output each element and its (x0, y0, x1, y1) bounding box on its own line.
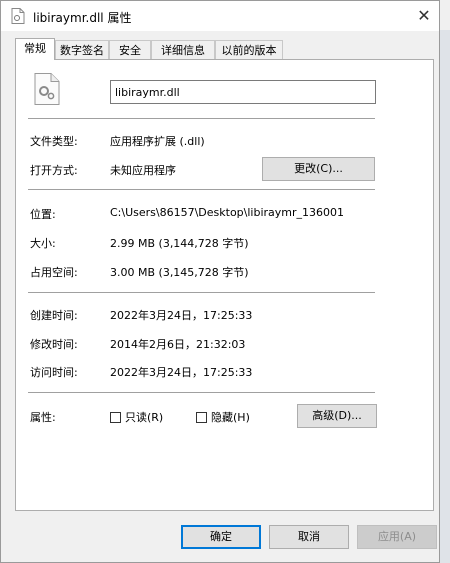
size-on-disk-label: 占用空间: (30, 266, 78, 279)
tab-previous-versions[interactable]: 以前的版本 (215, 40, 283, 59)
ok-button[interactable]: 确定 (181, 525, 261, 549)
cancel-button[interactable]: 取消 (269, 525, 349, 549)
opens-with-value: 未知应用程序 (110, 164, 176, 177)
modified-label: 修改时间: (30, 338, 78, 351)
properties-dialog: libiraymr.dll 属性 ✕ 常规 数字签名 安全 详细信息 以前的版本… (0, 0, 440, 563)
tab-digital-signatures[interactable]: 数字签名 (55, 40, 109, 59)
title-bar: libiraymr.dll 属性 ✕ (1, 1, 439, 31)
advanced-button[interactable]: 高级(D)... (297, 404, 377, 428)
divider (28, 292, 375, 293)
divider (28, 392, 375, 393)
file-type-value: 应用程序扩展 (.dll) (110, 135, 205, 148)
accessed-label: 访问时间: (30, 366, 78, 379)
location-label: 位置: (30, 208, 56, 221)
change-app-button[interactable]: 更改(C)... (262, 157, 375, 181)
divider (28, 189, 375, 190)
checkbox-box[interactable] (110, 411, 121, 423)
dll-file-icon (34, 73, 60, 105)
checkbox-box[interactable] (196, 411, 207, 423)
apply-button[interactable]: 应用(A) (357, 525, 437, 549)
created-value: 2022年3月24日，17:25:33 (110, 309, 253, 322)
accessed-value: 2022年3月24日，17:25:33 (110, 366, 253, 379)
close-button[interactable]: ✕ (409, 1, 439, 31)
attributes-label: 属性: (30, 411, 56, 424)
tab-general[interactable]: 常规 (15, 38, 55, 60)
divider (28, 118, 375, 119)
location-value: C:\Users\86157\Desktop\libiraymr_136001 (110, 206, 345, 219)
tab-details[interactable]: 详细信息 (151, 40, 215, 59)
file-icon (11, 8, 25, 24)
hidden-checkbox[interactable]: 隐藏(H) (196, 409, 250, 425)
opens-with-label: 打开方式: (30, 164, 78, 177)
size-value: 2.99 MB (3,144,728 字节) (110, 237, 249, 250)
file-name-field[interactable] (110, 80, 376, 104)
hidden-checkbox-label: 隐藏(H) (211, 411, 250, 424)
created-label: 创建时间: (30, 309, 78, 322)
window-title: libiraymr.dll 属性 (33, 11, 132, 25)
general-panel: 文件类型: 应用程序扩展 (.dll) 打开方式: 未知应用程序 更改(C)..… (15, 59, 434, 511)
readonly-checkbox-label: 只读(R) (125, 411, 164, 424)
size-label: 大小: (30, 237, 56, 250)
readonly-checkbox[interactable]: 只读(R) (110, 409, 163, 425)
file-type-label: 文件类型: (30, 135, 78, 148)
modified-value: 2014年2月6日，21:32:03 (110, 338, 246, 351)
tab-security[interactable]: 安全 (109, 40, 151, 59)
size-on-disk-value: 3.00 MB (3,145,728 字节) (110, 266, 249, 279)
